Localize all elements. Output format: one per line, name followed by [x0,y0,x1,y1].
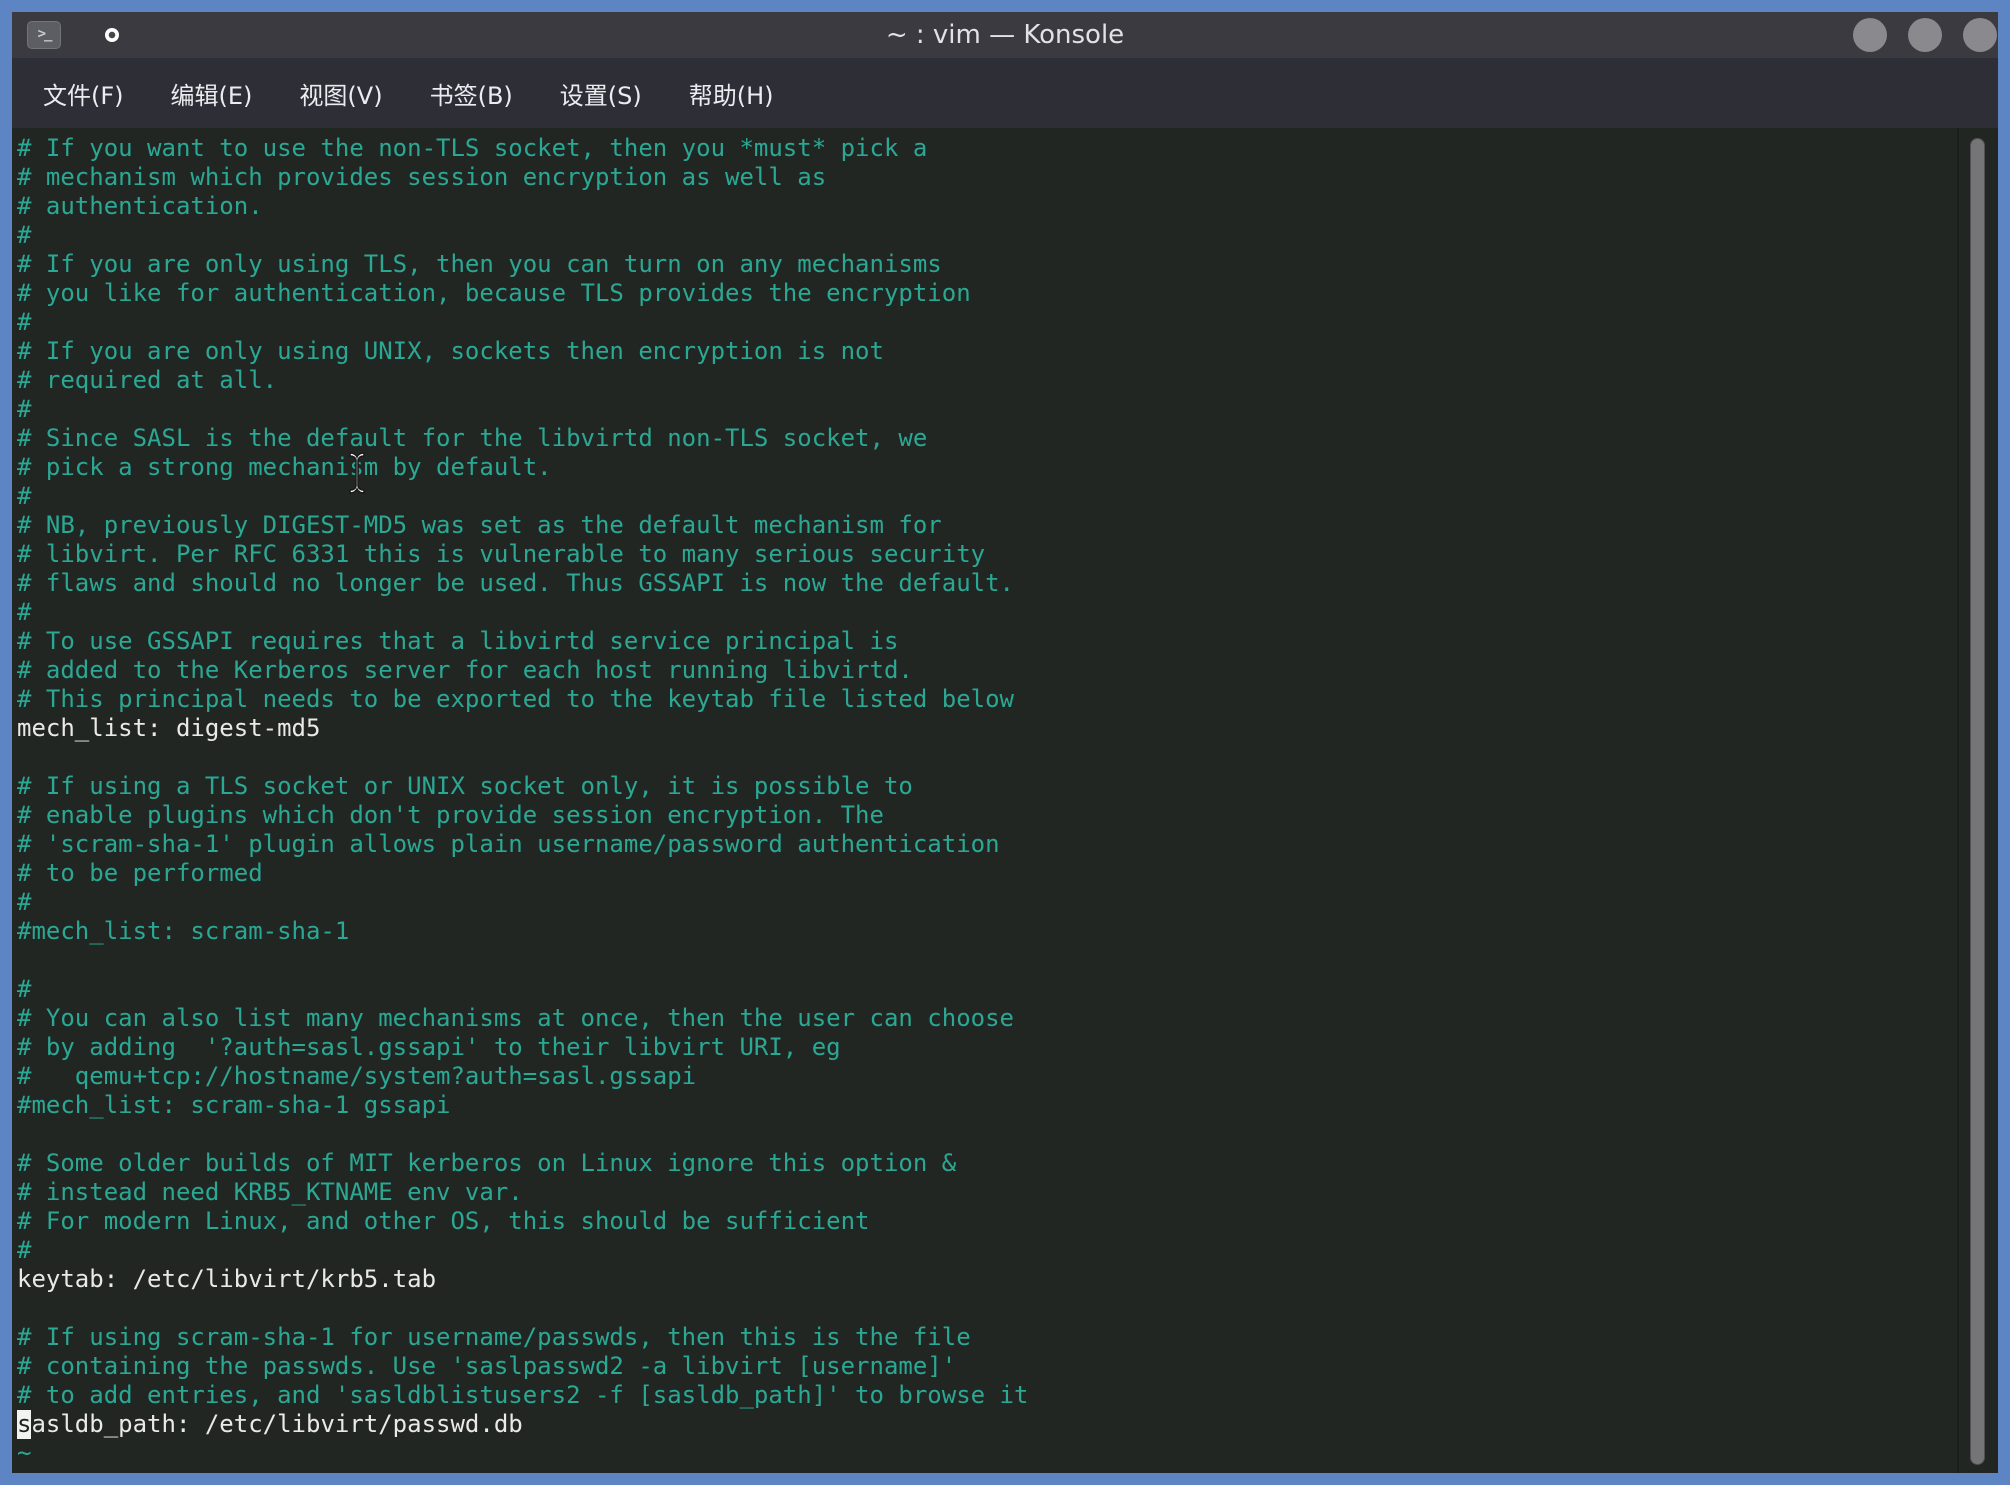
terminal-line: keytab: /etc/libvirt/krb5.tab [17,1265,1998,1294]
terminal-line: ~ [17,1439,1998,1468]
terminal-line: ~ [17,1468,1998,1473]
terminal-line: # qemu+tcp://hostname/system?auth=sasl.g… [17,1062,1998,1091]
terminal-line: # If you want to use the non-TLS socket,… [17,134,1998,163]
terminal-line: # pick a strong mechanism by default. [17,453,1998,482]
terminal-line: # For modern Linux, and other OS, this s… [17,1207,1998,1236]
terminal-line: # authentication. [17,192,1998,221]
terminal-line: # [17,395,1998,424]
terminal-line: sasldb_path: /etc/libvirt/passwd.db [17,1410,1998,1439]
terminal-line: # instead need KRB5_KTNAME env var. [17,1178,1998,1207]
terminal-line: mech_list: digest-md5 [17,714,1998,743]
terminal-line: # [17,888,1998,917]
terminal-line: #mech_list: scram-sha-1 gssapi [17,1091,1998,1120]
terminal-line: # libvirt. Per RFC 6331 this is vulnerab… [17,540,1998,569]
menu-item[interactable]: 编辑(E) [171,76,253,111]
screen: { "window": { "title": "~ : vim — Konsol… [0,0,2010,1485]
terminal-line: # Some older builds of MIT kerberos on L… [17,1149,1998,1178]
scrollbar-track [1957,128,1959,1473]
title-bar[interactable]: >_ ~ : vim — Konsole [12,12,1998,58]
menu-item[interactable]: 设置(S) [560,76,642,111]
mouse-cursor-ibeam [345,450,369,496]
terminal-line: # to be performed [17,859,1998,888]
konsole-terminal-icon: >_ [27,21,61,49]
menu-item[interactable]: 文件(F) [43,76,124,111]
terminal-line [17,743,1998,772]
menu-bar: 文件(F) 编辑(E) 视图(V) 书签(B) 设置(S) 帮助(H) [12,58,1998,128]
konsole-window: >_ ~ : vim — Konsole 文件(F) 编辑(E) 视图(V) 书签(B… [12,12,1998,1473]
menu-item[interactable]: 帮助(H) [689,76,774,111]
terminal-line: # If you are only using UNIX, sockets th… [17,337,1998,366]
terminal-line: # [17,1236,1998,1265]
terminal-line: # [17,482,1998,511]
terminal-line: # If using scram-sha-1 for username/pass… [17,1323,1998,1352]
terminal-line: # containing the passwds. Use 'saslpassw… [17,1352,1998,1381]
terminal-viewport[interactable]: # If you want to use the non-TLS socket,… [12,128,1998,1473]
terminal-line: # 'scram-sha-1' plugin allows plain user… [17,830,1998,859]
minimize-button[interactable] [1853,18,1887,52]
terminal-line [17,1120,1998,1149]
terminal-line: # This principal needs to be exported to… [17,685,1998,714]
terminal-line: # To use GSSAPI requires that a libvirtd… [17,627,1998,656]
scrollbar-thumb[interactable] [1970,138,1985,1465]
terminal-text: # If you want to use the non-TLS socket,… [17,134,1998,1473]
terminal-line: # added to the Kerberos server for each … [17,656,1998,685]
terminal-line: # [17,308,1998,337]
terminal-line: # Since SASL is the default for the libv… [17,424,1998,453]
modified-dot-indicator [105,28,119,42]
window-controls [1853,18,1998,52]
vim-block-cursor: s [17,1410,31,1439]
menu-item[interactable]: 书签(B) [430,76,513,111]
window-title: ~ : vim — Konsole [12,20,1998,50]
terminal-line [17,946,1998,975]
terminal-line: # [17,598,1998,627]
terminal-line: # enable plugins which don't provide ses… [17,801,1998,830]
close-button[interactable] [1963,18,1997,52]
terminal-line: # by adding '?auth=sasl.gssapi' to their… [17,1033,1998,1062]
terminal-line: # required at all. [17,366,1998,395]
terminal-line: # flaws and should no longer be used. Th… [17,569,1998,598]
terminal-line: # If using a TLS socket or UNIX socket o… [17,772,1998,801]
terminal-line: # [17,975,1998,1004]
menu-item[interactable]: 视图(V) [299,76,382,111]
maximize-button[interactable] [1908,18,1942,52]
terminal-line: #mech_list: scram-sha-1 [17,917,1998,946]
terminal-line: # You can also list many mechanisms at o… [17,1004,1998,1033]
terminal-line [17,1294,1998,1323]
terminal-line: # [17,221,1998,250]
terminal-line: # you like for authentication, because T… [17,279,1998,308]
terminal-line: # NB, previously DIGEST-MD5 was set as t… [17,511,1998,540]
terminal-line: # mechanism which provides session encry… [17,163,1998,192]
terminal-line: # If you are only using TLS, then you ca… [17,250,1998,279]
terminal-line: # to add entries, and 'sasldblistusers2 … [17,1381,1998,1410]
